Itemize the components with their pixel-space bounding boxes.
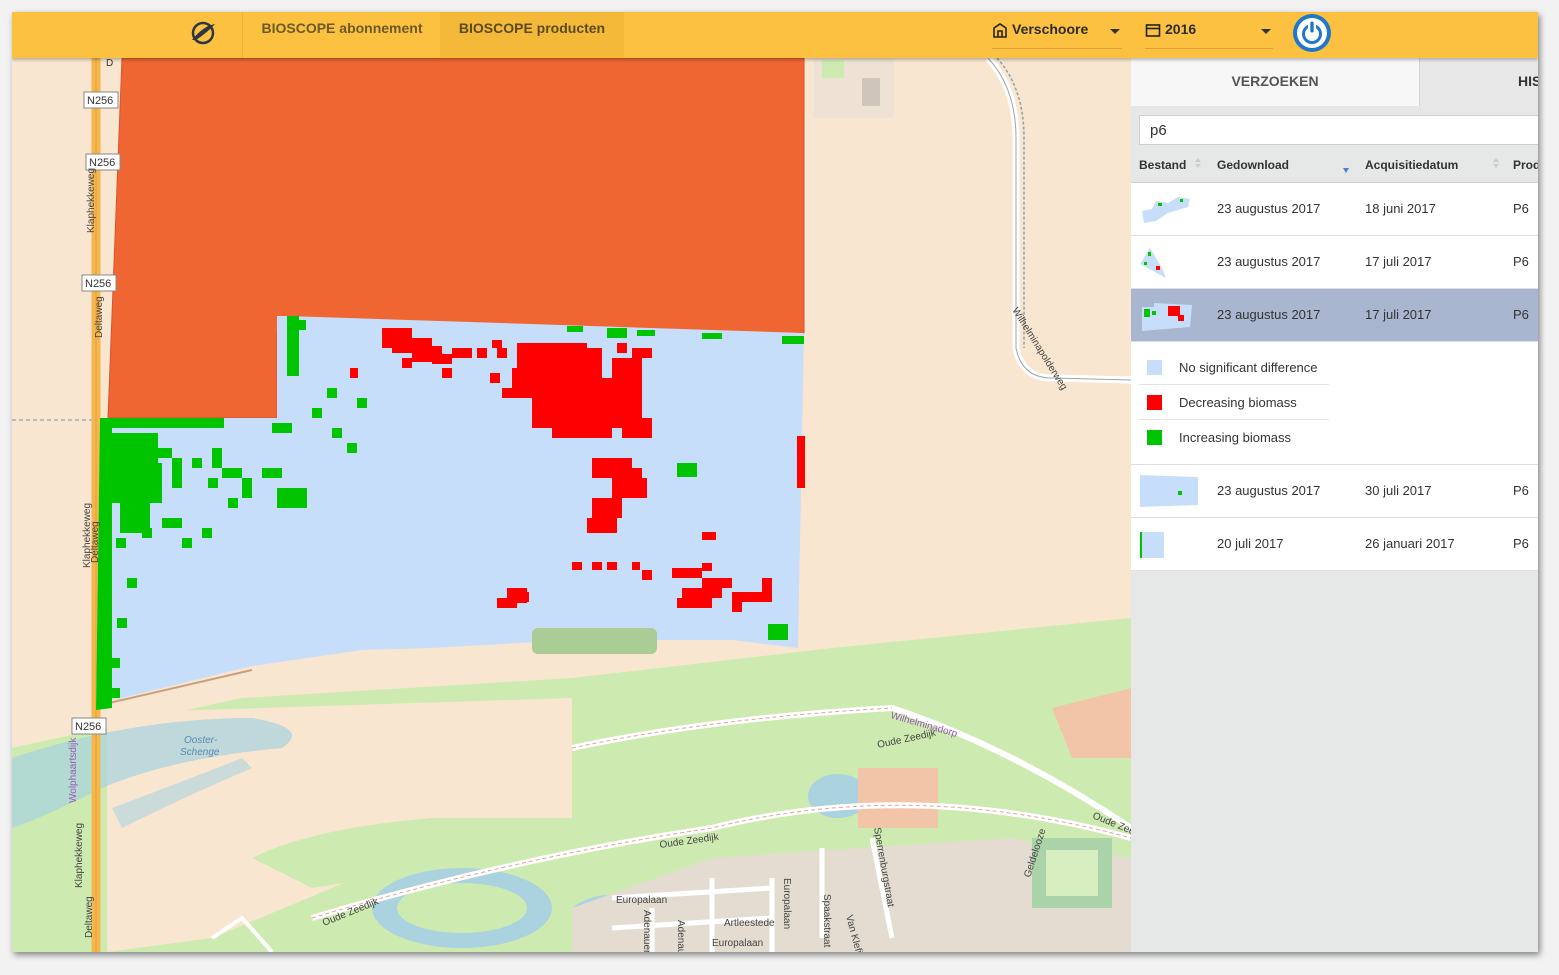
power-logout-icon[interactable]: [1292, 13, 1332, 53]
row-downloaded: 23 augustus 2017: [1217, 201, 1321, 216]
legend-item-increasing: Increasing biomass: [1139, 420, 1329, 454]
farm-building-icon: [993, 23, 1007, 38]
map-label-klaphekkeweg: Klaphekkeweg: [86, 168, 97, 233]
row-downloaded: 23 augustus 2017: [1217, 307, 1321, 322]
legend-swatch: [1147, 360, 1162, 375]
row-downloaded: 20 juli 2017: [1217, 536, 1284, 551]
map-label-ooster-schenge: Ooster-: [184, 735, 218, 746]
row-downloaded: 23 augustus 2017: [1217, 254, 1321, 269]
legend-item-decreasing: Decreasing biomass: [1139, 385, 1329, 420]
map-label-adenauerhof: Adenauerho: [675, 920, 686, 952]
map-label-spaakstraat: Spaakstraat: [821, 894, 832, 948]
table-row[interactable]: 20 juli 2017 26 januari 2017 P6: [1131, 518, 1538, 571]
table-row[interactable]: 23 augustus 2017 18 juni 2017 P6: [1131, 183, 1538, 236]
year-selector-value: 2016: [1165, 21, 1197, 37]
legend-label: Decreasing biomass: [1179, 395, 1297, 410]
table-row[interactable]: 23 augustus 2017 17 juli 2017 P6: [1131, 236, 1538, 289]
field-thumbnail: [1142, 303, 1192, 331]
side-panel: VERZOEKEN HIS Bestand Gedownload Acquisi…: [1131, 58, 1538, 952]
column-header-product[interactable]: Prod: [1513, 158, 1538, 172]
map-label-deltaweg: Deltaweg: [90, 521, 101, 563]
field-thumbnail: [1140, 532, 1164, 558]
legend-label: Increasing biomass: [1179, 430, 1291, 445]
map-label-europalaan: Europalaan: [616, 895, 667, 906]
year-selector[interactable]: 2016: [1145, 12, 1273, 49]
field-thumbnail: [1140, 248, 1166, 278]
search-input[interactable]: [1139, 115, 1538, 145]
map-label-artleestede: Artleestede: [724, 918, 775, 929]
row-acquired: 26 januari 2017: [1365, 536, 1455, 551]
farm-selector[interactable]: Verschoore: [992, 12, 1122, 49]
map-label-ooster-schenge: Schenge: [180, 747, 220, 758]
sort-icon[interactable]: [1195, 158, 1201, 168]
row-product: P6: [1513, 536, 1529, 551]
table-row-selected[interactable]: 23 augustus 2017 17 juli 2017 P6: [1131, 289, 1538, 342]
row-acquired: 17 juli 2017: [1365, 254, 1432, 269]
bioscope-logo-icon[interactable]: [188, 18, 218, 48]
map-label-europalaan: Europalaan: [712, 938, 763, 949]
row-product: P6: [1513, 307, 1529, 322]
nav-tab-abonnement[interactable]: BIOSCOPE abonnement: [242, 12, 441, 58]
map-canvas[interactable]: N256 N256 N256 N256 D Klaphekkeweg Delta…: [12, 58, 1131, 952]
app-window: BIOSCOPE abonnement BIOSCOPE producten V…: [12, 12, 1538, 952]
chevron-down-icon: [1261, 29, 1271, 34]
map-view[interactable]: N256 N256 N256 N256 D Klaphekkeweg Delta…: [12, 58, 1131, 952]
map-label-n256: N256: [89, 157, 115, 169]
map-label-deltaweg: Deltaweg: [94, 296, 105, 338]
tab-historiek[interactable]: HIS: [1420, 58, 1538, 106]
legend-swatch: [1147, 395, 1162, 410]
map-label-n256: N256: [75, 721, 101, 733]
row-product: P6: [1513, 483, 1529, 498]
sort-icon[interactable]: [1493, 158, 1499, 168]
row-acquired: 18 juni 2017: [1365, 201, 1436, 216]
column-header-bestand[interactable]: Bestand: [1139, 158, 1186, 172]
row-acquired: 17 juli 2017: [1365, 307, 1432, 322]
table-row[interactable]: 23 augustus 2017 30 juli 2017 P6: [1131, 465, 1538, 518]
table-header: Bestand Gedownload Acquisitiedatum Prod: [1131, 152, 1538, 183]
legend-swatch: [1147, 430, 1162, 445]
field-thumbnail: [1142, 197, 1190, 223]
column-header-acquisitiedatum[interactable]: Acquisitiedatum: [1365, 158, 1458, 172]
map-label-n256: N256: [85, 278, 111, 290]
farm-selector-value: Verschoore: [1012, 21, 1089, 37]
map-label-wolphaartsdijk: Wolphaartsdijk: [68, 737, 79, 803]
sort-descending-icon[interactable]: [1343, 166, 1349, 176]
history-table: 23 augustus 2017 18 juni 2017 P6 23 augu…: [1131, 183, 1538, 571]
chevron-down-icon: [1110, 29, 1120, 34]
tab-verzoeken[interactable]: VERZOEKEN: [1131, 58, 1420, 106]
row-product: P6: [1513, 201, 1529, 216]
calendar-icon: [1145, 24, 1161, 37]
field-thumbnail: [1140, 475, 1198, 507]
map-label-n256: N256: [87, 95, 113, 107]
map-label-europalaan: Europalaan: [781, 878, 792, 929]
row-downloaded: 23 augustus 2017: [1217, 483, 1321, 498]
top-bar: BIOSCOPE abonnement BIOSCOPE producten V…: [12, 12, 1538, 58]
map-label-adenauerhof: Adenauerho: [641, 910, 652, 952]
map-legend: No significant difference Decreasing bio…: [1131, 342, 1538, 465]
legend-item-no-difference: No significant difference: [1139, 350, 1329, 385]
row-product: P6: [1513, 254, 1529, 269]
legend-label: No significant difference: [1179, 360, 1318, 375]
nav-tab-producten[interactable]: BIOSCOPE producten: [440, 12, 624, 58]
map-label-deltaweg: Deltaweg: [84, 896, 95, 938]
row-acquired: 30 juli 2017: [1365, 483, 1432, 498]
map-label-klaphekkeweg: Klaphekkeweg: [74, 823, 85, 888]
map-label-d: D: [106, 58, 113, 69]
column-header-gedownload[interactable]: Gedownload: [1217, 158, 1289, 172]
